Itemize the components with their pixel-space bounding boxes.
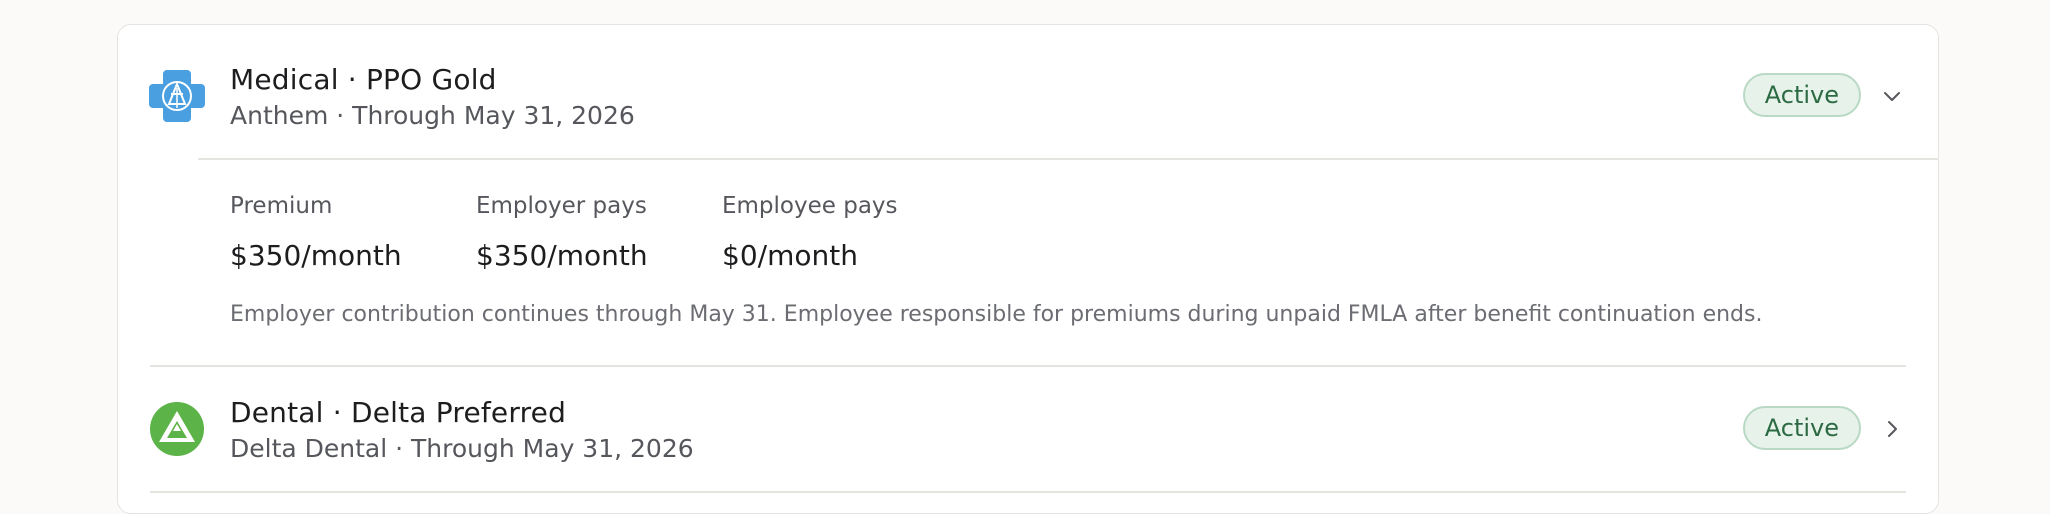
premium-metric: Premium $350/month (230, 193, 402, 272)
employer-pays-metric: Employer pays $350/month (476, 193, 648, 272)
benefit-row-dental[interactable] (118, 370, 1938, 490)
employer-pays-value: $350/month (476, 239, 648, 272)
plan-subtitle: Anthem · Through May 31, 2026 (230, 101, 635, 130)
contribution-note: Employer contribution continues through … (230, 302, 1763, 327)
employee-pays-label: Employee pays (722, 193, 898, 219)
chevron-down-icon[interactable] (1882, 86, 1902, 106)
divider (150, 491, 1906, 493)
benefit-row-medical[interactable]: Medical · PPO Gold Anthem · Through May … (118, 25, 1938, 159)
premium-label: Premium (230, 193, 333, 219)
status-badge: Active (1742, 73, 1861, 117)
divider (198, 158, 1938, 160)
plan-subtitle: Delta Dental · Through May 31, 2026 (230, 434, 694, 463)
anthem-cross-icon (149, 70, 205, 122)
chevron-right-icon[interactable] (1882, 419, 1902, 439)
employer-pays-label: Employer pays (476, 193, 647, 219)
status-badge: Active (1742, 406, 1861, 450)
employee-pays-metric: Employee pays $0/month (722, 193, 898, 272)
divider (150, 365, 1906, 367)
employee-pays-value: $0/month (722, 239, 858, 272)
premium-value: $350/month (230, 239, 402, 272)
delta-dental-icon (150, 402, 204, 456)
benefits-card: Medical · PPO Gold Anthem · Through May … (117, 24, 1939, 514)
plan-title: Medical · PPO Gold (230, 63, 497, 96)
plan-title: Dental · Delta Preferred (230, 396, 567, 429)
